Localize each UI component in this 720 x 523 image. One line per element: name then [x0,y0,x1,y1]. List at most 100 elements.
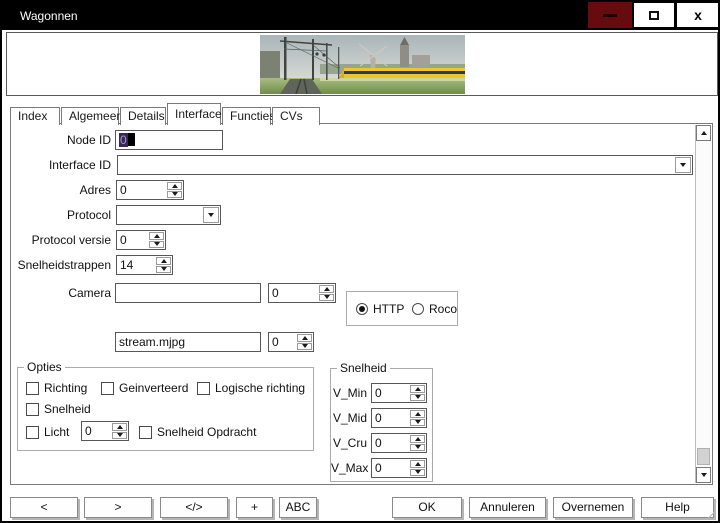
checkbox-logische-richting[interactable]: Logische richting [197,380,305,396]
add-button[interactable]: + [236,497,273,518]
camera-address-input[interactable] [115,283,261,303]
interface-id-label: Interface ID [11,155,111,175]
prev-button[interactable]: < [10,497,78,518]
checkbox-logische-richting-label: Logische richting [215,381,305,395]
protocol-versie-spin-down[interactable] [149,241,164,249]
tab-functies[interactable]: Functies [222,107,271,125]
protocol-combobox[interactable] [116,205,221,225]
stream-spin-down[interactable] [297,343,312,351]
minimize-icon [603,14,617,17]
tab-algemeen[interactable]: Algemeen [61,107,119,125]
protocol-dropdown-button[interactable] [203,207,219,223]
scrollbar-thumb[interactable] [697,448,710,465]
camera-port-spinner[interactable]: 0 [268,283,336,303]
checkbox-licht[interactable]: Licht [26,424,69,440]
adres-spinner[interactable]: 0 [116,180,184,200]
arrow-down-icon [415,470,421,474]
snelheidstrappen-value: 14 [120,256,133,274]
checkbox-unchecked-icon [139,426,152,439]
checkbox-snelheid-opdracht[interactable]: Snelheid Opdracht [139,424,256,440]
adres-spin-down[interactable] [167,191,182,199]
checkbox-licht-label: Licht [44,425,69,439]
camera-type-groupbox: HTTP Roco [346,291,458,326]
v-cru-spin-up[interactable] [410,435,425,443]
radio-roco[interactable]: Roco [412,301,457,317]
snelheidstrappen-spinner[interactable]: 14 [116,255,173,275]
arrow-down-icon [415,445,421,449]
camera-port-spin-down[interactable] [319,294,334,302]
v-cru-spin-down[interactable] [410,444,425,452]
checkbox-unchecked-icon [26,382,39,395]
v-max-spin-down[interactable] [410,469,425,477]
code-button[interactable]: </> [160,497,228,518]
snelheidstrappen-spin-down[interactable] [156,266,171,274]
licht-spinner[interactable]: 0 [81,421,129,441]
annuleren-button[interactable]: Annuleren [469,497,546,518]
tab-cvs[interactable]: CVs [272,107,320,125]
v-min-spinner[interactable]: 0 [371,383,427,403]
snelheidstrappen-label: Snelheidstrappen [11,255,111,275]
ok-button[interactable]: OK [392,497,462,518]
checkbox-unchecked-icon [101,382,114,395]
arrow-down-icon [161,267,167,271]
arrow-up-icon [172,184,178,188]
scrollbar-up-button[interactable] [696,125,711,141]
scrollbar-down-button[interactable] [696,467,711,483]
close-button[interactable]: x [676,2,720,28]
v-min-spin-up[interactable] [410,385,425,393]
tab-details[interactable]: Details [120,107,166,125]
maximize-icon [649,11,659,20]
chevron-down-icon [680,163,686,167]
adres-label: Adres [11,180,111,200]
v-cru-spinner[interactable]: 0 [371,433,427,453]
radio-http-label: HTTP [373,302,404,316]
interface-id-dropdown-button[interactable] [675,157,691,173]
checkbox-unchecked-icon [26,403,39,416]
adres-spin-up[interactable] [167,182,182,190]
tab-index[interactable]: Index [10,107,60,125]
protocol-versie-spin-up[interactable] [149,232,164,240]
arrow-down-icon [415,420,421,424]
abc-button[interactable]: ABC [279,497,317,518]
tab-interface[interactable]: Interface [167,103,221,125]
help-button[interactable]: Help [641,497,714,518]
arrow-up-icon [701,131,707,135]
v-mid-spinner[interactable]: 0 [371,408,427,428]
camera-port-spin-up[interactable] [319,285,334,293]
checkbox-unchecked-icon [26,426,39,439]
next-button[interactable]: > [84,497,152,518]
node-id-selected-text: 0 [119,133,128,147]
interface-id-combobox[interactable] [117,155,693,175]
arrow-down-icon [154,242,160,246]
checkbox-snelheid[interactable]: Snelheid [26,401,91,417]
v-min-spin-down[interactable] [410,394,425,402]
maximize-button[interactable] [633,2,675,28]
checkbox-unchecked-icon [197,382,210,395]
v-mid-spin-down[interactable] [410,419,425,427]
stream-number-spinner[interactable]: 0 [268,332,314,352]
checkbox-geinverteerd-label: Geinverteerd [119,381,188,395]
chevron-down-icon [208,213,214,217]
node-id-input[interactable]: 0 [115,130,223,150]
v-cru-value: 0 [375,434,382,452]
vertical-scrollbar[interactable] [695,125,711,483]
arrow-down-icon [302,344,308,348]
v-mid-spin-up[interactable] [410,410,425,418]
v-max-spinner[interactable]: 0 [371,458,427,478]
licht-spin-up[interactable] [112,423,127,431]
arrow-up-icon [415,387,421,391]
v-max-spin-up[interactable] [410,460,425,468]
checkbox-richting[interactable]: Richting [26,380,87,396]
overnemen-button[interactable]: Overnemen [553,497,633,518]
minimize-button[interactable] [588,2,632,28]
stream-file-input[interactable]: stream.mjpg [115,332,261,352]
stream-number-value: 0 [272,333,279,351]
radio-roco-label: Roco [429,302,457,316]
protocol-versie-spinner[interactable]: 0 [116,230,166,250]
stream-spin-up[interactable] [297,334,312,342]
radio-http[interactable]: HTTP [356,301,404,317]
licht-spin-down[interactable] [112,432,127,440]
arrow-up-icon [161,259,167,263]
checkbox-geinverteerd[interactable]: Geinverteerd [101,380,188,396]
snelheidstrappen-spin-up[interactable] [156,257,171,265]
